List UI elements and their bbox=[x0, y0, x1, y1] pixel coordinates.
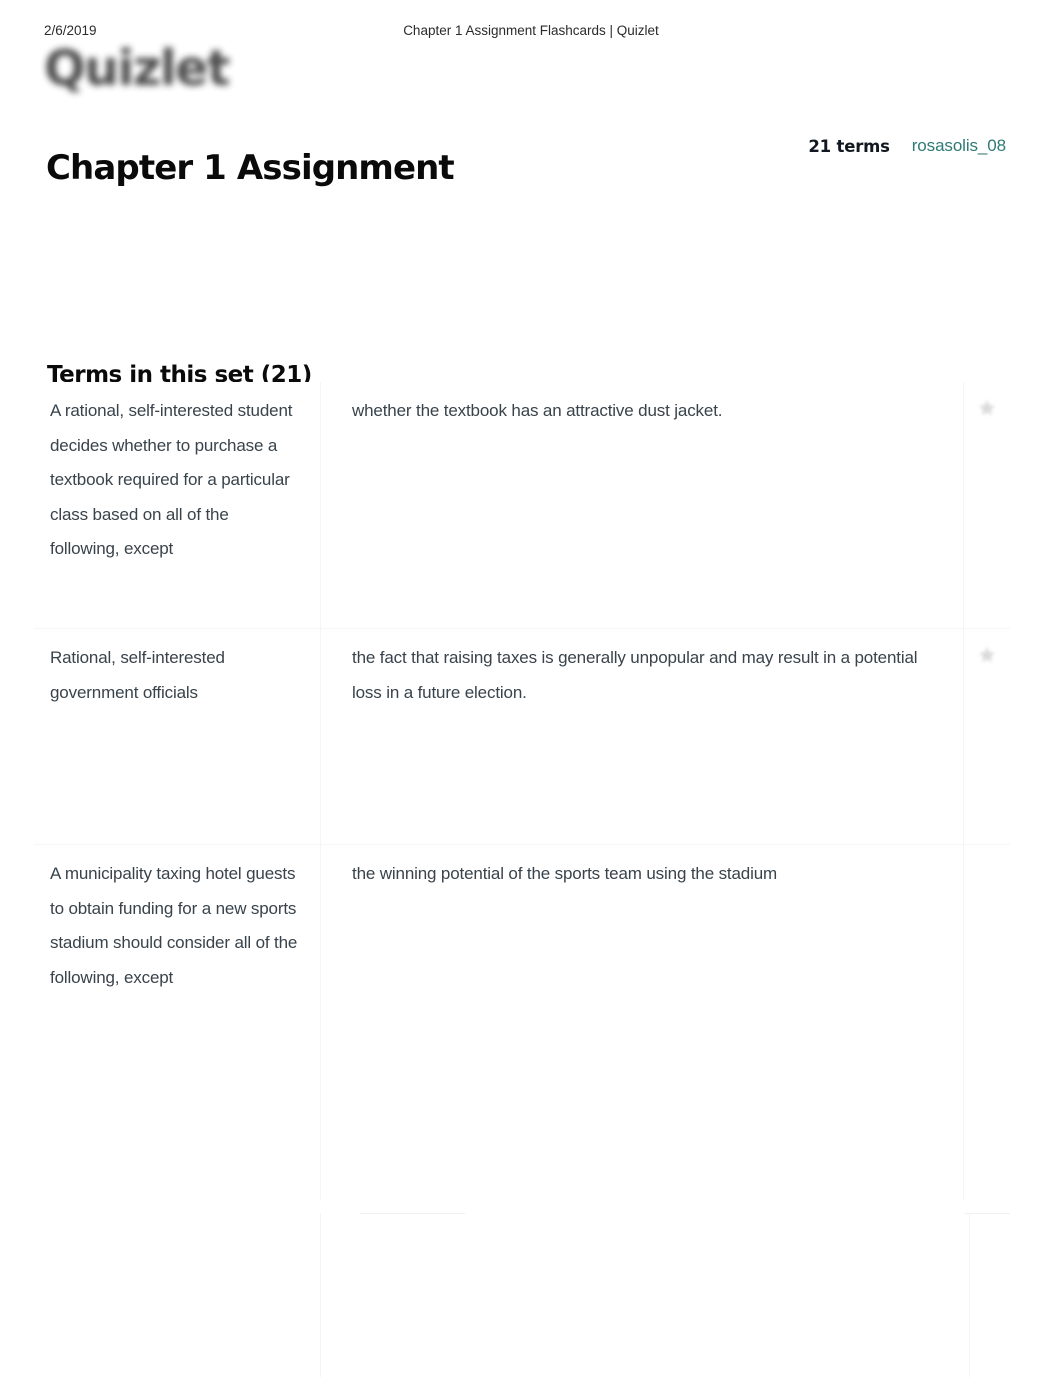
term-text: Rational, self-interested government off… bbox=[50, 648, 225, 702]
next-card-placeholder bbox=[320, 1213, 970, 1377]
table-row[interactable]: A municipality taxing hotel guests to ob… bbox=[34, 844, 1010, 1200]
table-row[interactable]: A rational, self-interested student deci… bbox=[34, 382, 1010, 628]
next-card-top-edge-right bbox=[965, 1213, 1010, 1214]
star-icon[interactable] bbox=[977, 398, 997, 418]
author-link[interactable]: rosasolis_08 bbox=[912, 136, 1006, 156]
table-row[interactable]: Rational, self-interested government off… bbox=[34, 628, 1010, 844]
term-text: A rational, self-interested student deci… bbox=[50, 401, 293, 558]
star-icon[interactable] bbox=[977, 645, 997, 665]
star-button[interactable] bbox=[964, 382, 1010, 418]
definition-text: the winning potential of the sports team… bbox=[352, 864, 778, 883]
star-button[interactable] bbox=[964, 629, 1010, 665]
print-header: 2/6/2019 Chapter 1 Assignment Flashcards… bbox=[0, 23, 1062, 41]
definition-text: whether the textbook has an attractive d… bbox=[352, 401, 723, 420]
column-divider bbox=[963, 845, 964, 1200]
terms-list: A rational, self-interested student deci… bbox=[34, 382, 1010, 1200]
column-divider bbox=[963, 382, 964, 628]
print-page-title: Chapter 1 Assignment Flashcards | Quizle… bbox=[403, 23, 659, 38]
star-button[interactable] bbox=[964, 845, 1010, 881]
page-title: Chapter 1 Assignment bbox=[46, 147, 455, 188]
quizlet-logo-icon[interactable]: Quizlet bbox=[44, 44, 230, 93]
term-text: A municipality taxing hotel guests to ob… bbox=[50, 864, 298, 987]
set-meta: 21 terms rosasolis_08 bbox=[808, 136, 1006, 156]
definition-text: the fact that raising taxes is generally… bbox=[352, 648, 918, 702]
terms-count-badge: 21 terms bbox=[808, 136, 890, 156]
